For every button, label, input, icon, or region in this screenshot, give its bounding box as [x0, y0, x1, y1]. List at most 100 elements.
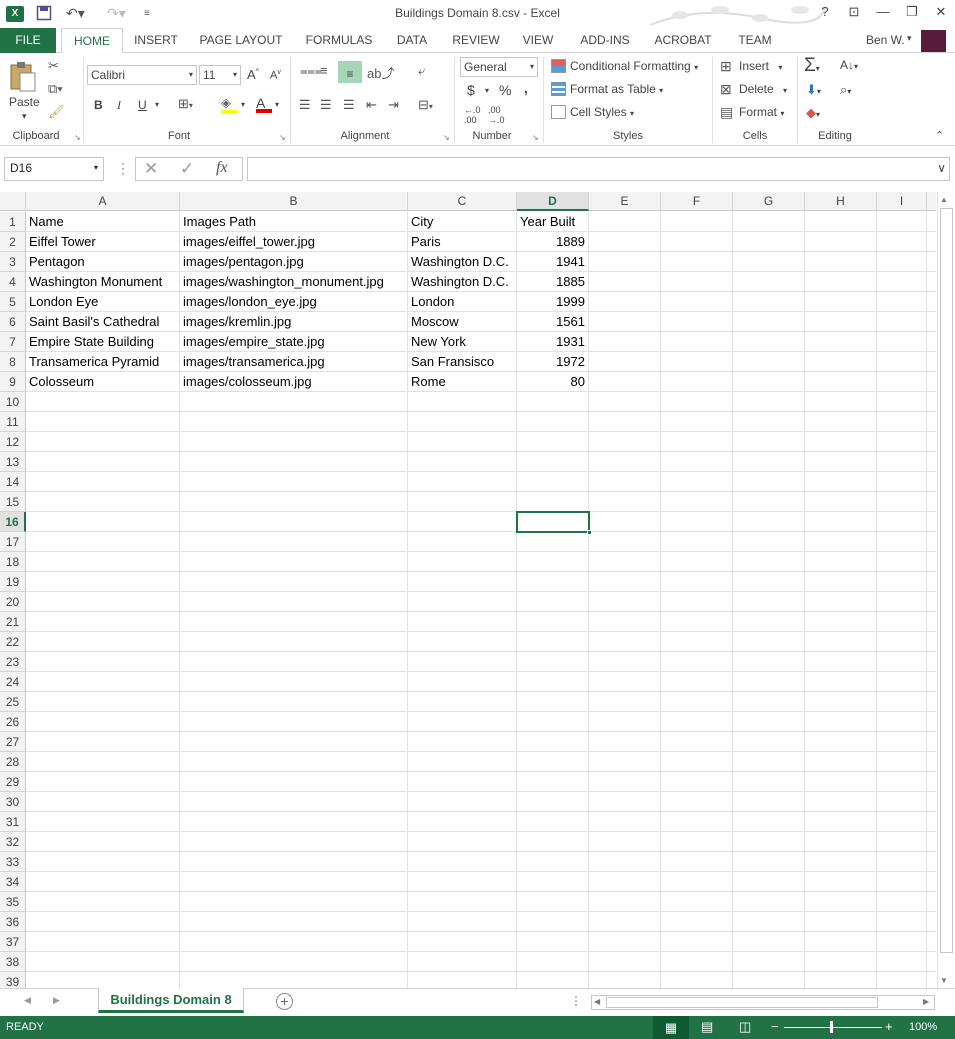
cell-a24[interactable]: [26, 672, 180, 692]
cell-e37[interactable]: [589, 932, 661, 952]
column-header-i[interactable]: I: [877, 192, 927, 211]
cell-a38[interactable]: [26, 952, 180, 972]
cell-i29[interactable]: [877, 772, 927, 792]
cell-d21[interactable]: [517, 612, 589, 632]
cell-f32[interactable]: [661, 832, 733, 852]
cell-a3[interactable]: Pentagon: [26, 252, 180, 272]
cell-d36[interactable]: [517, 912, 589, 932]
user-dropdown-icon[interactable]: ▾: [907, 33, 912, 44]
cell-h30[interactable]: [805, 792, 877, 812]
format-cells-button[interactable]: Format ▾: [739, 105, 784, 119]
merge-center-icon[interactable]: ⊟▾: [418, 97, 433, 113]
column-header-e[interactable]: E: [589, 192, 661, 211]
cell-b30[interactable]: [180, 792, 408, 812]
cancel-icon[interactable]: ✕: [144, 159, 158, 179]
tab-team[interactable]: TEAM: [730, 28, 780, 53]
cell-d10[interactable]: [517, 392, 589, 412]
cell-i30[interactable]: [877, 792, 927, 812]
cell-e24[interactable]: [589, 672, 661, 692]
cell-a9[interactable]: Colosseum: [26, 372, 180, 392]
cell-a34[interactable]: [26, 872, 180, 892]
cell-e21[interactable]: [589, 612, 661, 632]
cell-c3[interactable]: Washington D.C.: [408, 252, 517, 272]
cell-e8[interactable]: [589, 352, 661, 372]
cell-c11[interactable]: [408, 412, 517, 432]
cell-c23[interactable]: [408, 652, 517, 672]
number-format-select[interactable]: General ▾: [460, 57, 538, 77]
cell-c29[interactable]: [408, 772, 517, 792]
cell-e23[interactable]: [589, 652, 661, 672]
cell-c24[interactable]: [408, 672, 517, 692]
cell-b18[interactable]: [180, 552, 408, 572]
underline-button[interactable]: U: [138, 98, 147, 112]
orientation-icon[interactable]: ab⤴: [367, 63, 394, 82]
cell-g17[interactable]: [733, 532, 805, 552]
cell-g1[interactable]: [733, 212, 805, 232]
cell-b7[interactable]: images/empire_state.jpg: [180, 332, 408, 352]
cell-i8[interactable]: [877, 352, 927, 372]
cell-c8[interactable]: San Fransisco: [408, 352, 517, 372]
cell-b36[interactable]: [180, 912, 408, 932]
column-header-b[interactable]: B: [180, 192, 408, 211]
cell-g27[interactable]: [733, 732, 805, 752]
cell-e19[interactable]: [589, 572, 661, 592]
cell-c5[interactable]: London: [408, 292, 517, 312]
cell-f10[interactable]: [661, 392, 733, 412]
cell-b27[interactable]: [180, 732, 408, 752]
clear-icon[interactable]: ◆▾: [806, 105, 820, 121]
cell-f24[interactable]: [661, 672, 733, 692]
cell-f1[interactable]: [661, 212, 733, 232]
cell-h7[interactable]: [805, 332, 877, 352]
cell-i26[interactable]: [877, 712, 927, 732]
close-button[interactable]: ✕: [930, 4, 952, 20]
cell-d31[interactable]: [517, 812, 589, 832]
cell-b20[interactable]: [180, 592, 408, 612]
cell-d18[interactable]: [517, 552, 589, 572]
cell-d39[interactable]: [517, 972, 589, 988]
shrink-font-icon[interactable]: Av: [270, 69, 281, 82]
row-header-25[interactable]: 25: [0, 692, 26, 712]
cell-g23[interactable]: [733, 652, 805, 672]
cell-f6[interactable]: [661, 312, 733, 332]
cell-h3[interactable]: [805, 252, 877, 272]
cell-i27[interactable]: [877, 732, 927, 752]
cell-b12[interactable]: [180, 432, 408, 452]
cell-i2[interactable]: [877, 232, 927, 252]
row-header-8[interactable]: 8: [0, 352, 26, 372]
column-header-f[interactable]: F: [661, 192, 733, 211]
cell-b15[interactable]: [180, 492, 408, 512]
decrease-indent-icon[interactable]: ⇤: [366, 97, 377, 113]
cell-e31[interactable]: [589, 812, 661, 832]
row-header-33[interactable]: 33: [0, 852, 26, 872]
cell-d33[interactable]: [517, 852, 589, 872]
row-header-2[interactable]: 2: [0, 232, 26, 252]
cell-d20[interactable]: [517, 592, 589, 612]
cell-a28[interactable]: [26, 752, 180, 772]
cell-h9[interactable]: [805, 372, 877, 392]
cell-h10[interactable]: [805, 392, 877, 412]
enter-icon[interactable]: ✓: [180, 159, 194, 179]
cell-b21[interactable]: [180, 612, 408, 632]
cell-a30[interactable]: [26, 792, 180, 812]
cell-d4[interactable]: 1885: [517, 272, 589, 292]
cell-b25[interactable]: [180, 692, 408, 712]
row-header-19[interactable]: 19: [0, 572, 26, 592]
cell-c28[interactable]: [408, 752, 517, 772]
cell-c33[interactable]: [408, 852, 517, 872]
cell-h8[interactable]: [805, 352, 877, 372]
cell-e6[interactable]: [589, 312, 661, 332]
cell-d29[interactable]: [517, 772, 589, 792]
cell-e36[interactable]: [589, 912, 661, 932]
cell-i19[interactable]: [877, 572, 927, 592]
cell-g18[interactable]: [733, 552, 805, 572]
cell-i22[interactable]: [877, 632, 927, 652]
cell-d37[interactable]: [517, 932, 589, 952]
cell-g8[interactable]: [733, 352, 805, 372]
cell-e11[interactable]: [589, 412, 661, 432]
cell-e22[interactable]: [589, 632, 661, 652]
cell-i1[interactable]: [877, 212, 927, 232]
cell-h39[interactable]: [805, 972, 877, 988]
cell-f36[interactable]: [661, 912, 733, 932]
cell-a21[interactable]: [26, 612, 180, 632]
tab-acrobat[interactable]: ACROBAT: [648, 28, 718, 53]
